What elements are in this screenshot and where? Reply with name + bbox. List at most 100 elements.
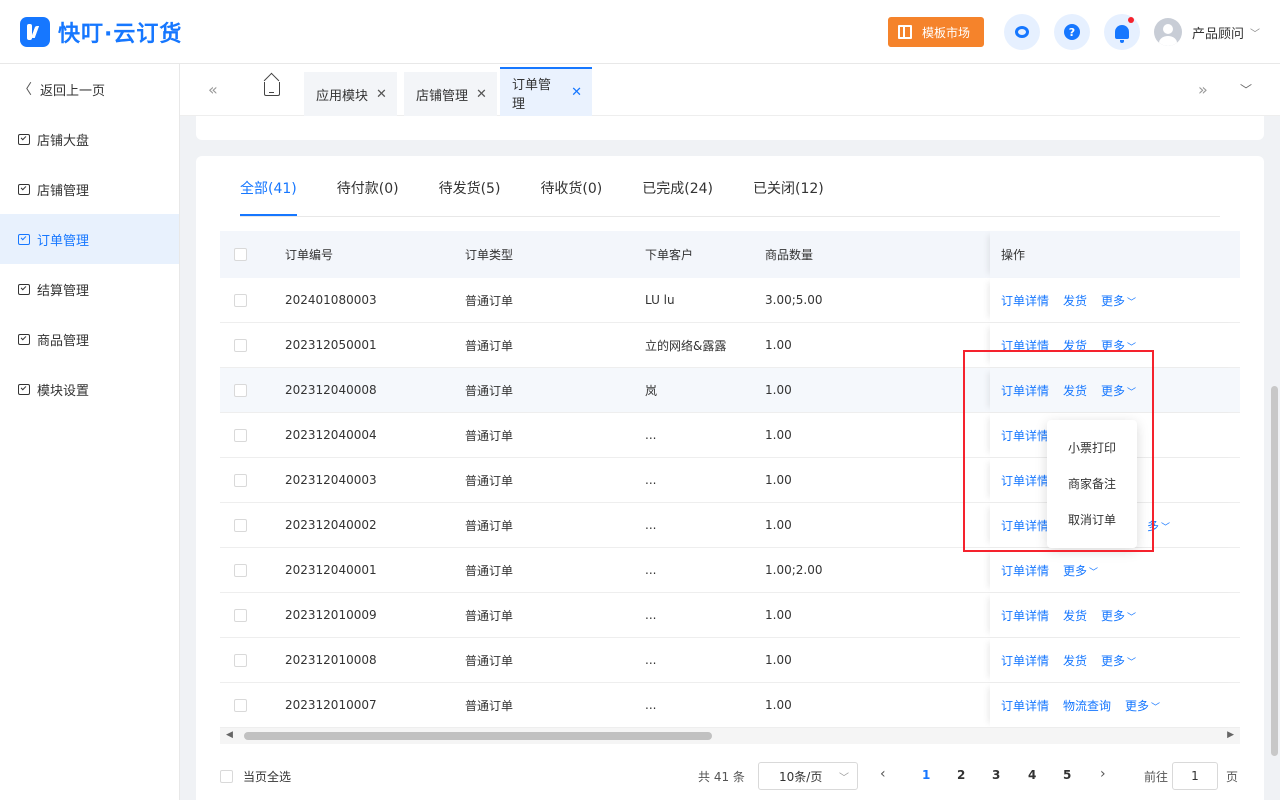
sidebar-item-store-dashboard[interactable]: 店铺大盘: [0, 114, 179, 164]
more-actions-button[interactable]: 更多 ﹀: [1063, 562, 1098, 579]
help-button[interactable]: ?: [1053, 14, 1090, 50]
order-detail-link[interactable]: 订单详情: [1001, 697, 1049, 714]
row-checkbox[interactable]: [234, 473, 247, 487]
table-row[interactable]: 202312010009 普通订单... 1.00 订单详情 发货 更多 ﹀: [220, 593, 1240, 638]
status-tab-all[interactable]: 全部(41): [240, 178, 297, 216]
tab-order-management[interactable]: 订单管理 ✕: [500, 67, 592, 116]
status-tab-pending-shipment[interactable]: 待发货(5): [439, 178, 501, 216]
scroll-tabs-right-icon[interactable]: »: [1198, 80, 1208, 99]
sidebar-item-module-settings[interactable]: 模块设置: [0, 364, 179, 414]
cell-quantity: 3.00;5.00: [765, 293, 823, 307]
row-checkbox[interactable]: [234, 653, 247, 667]
chevron-down-icon[interactable]: ﹀: [1240, 81, 1252, 98]
close-icon[interactable]: ✕: [476, 87, 487, 102]
sidebar-item-label: 模块设置: [37, 383, 90, 399]
template-market-button[interactable]: 模板市场: [887, 17, 984, 47]
menu-icon: [18, 233, 30, 245]
status-tab-pending-receipt[interactable]: 待收货(0): [540, 178, 602, 216]
ship-link[interactable]: 发货: [1063, 292, 1087, 309]
column-header-customer: 下单客户: [645, 248, 694, 262]
cell-quantity: 1.00: [765, 473, 792, 487]
cell-customer: LU lu: [645, 293, 675, 307]
vertical-scrollbar[interactable]: [1271, 386, 1278, 756]
logistics-link[interactable]: 物流查询: [1063, 697, 1111, 714]
status-tab-closed[interactable]: 已关闭(12): [753, 178, 824, 216]
scrollbar-thumb[interactable]: [244, 732, 712, 740]
cell-order-no: 202312040001: [285, 563, 377, 577]
close-icon[interactable]: ✕: [376, 87, 387, 102]
table-header: 订单编号 订单类型 下单客户 商品数量 操作: [220, 231, 1240, 278]
chevron-down-icon: ﹀: [1127, 612, 1137, 623]
status-tab-completed[interactable]: 已完成(24): [642, 178, 713, 216]
goto-suffix: 页: [1226, 770, 1239, 784]
more-actions-button[interactable]: 更多 ﹀: [1101, 652, 1136, 669]
cell-order-no: 202312010008: [285, 653, 377, 667]
tab-label: 店铺管理: [416, 88, 469, 104]
page-size-value: 10条/页: [779, 769, 823, 784]
order-detail-link[interactable]: 订单详情: [1001, 562, 1049, 579]
tab-app-modules[interactable]: 应用模块 ✕: [304, 72, 397, 116]
row-checkbox[interactable]: [234, 698, 247, 712]
page-3[interactable]: 3: [992, 768, 1000, 782]
sidebar-item-settlement-management[interactable]: 结算管理: [0, 264, 179, 314]
goto-page-input[interactable]: 1: [1172, 762, 1218, 790]
cell-order-type: 普通订单: [465, 653, 514, 668]
status-tab-pending-payment[interactable]: 待付款(0): [337, 178, 399, 216]
tab-label: 订单管理: [512, 77, 552, 112]
row-checkbox[interactable]: [234, 383, 247, 397]
more-actions-button[interactable]: 更多 ﹀: [1101, 607, 1136, 624]
table-row[interactable]: 202312010007 普通订单... 1.00 订单详情 物流查询 更多 ﹀: [220, 683, 1240, 728]
row-checkbox[interactable]: [234, 518, 247, 532]
ship-link[interactable]: 发货: [1063, 652, 1087, 669]
page-1[interactable]: 1: [922, 768, 930, 782]
row-checkbox[interactable]: [234, 428, 247, 442]
table-row[interactable]: 202312010008 普通订单... 1.00 订单详情 发货 更多 ﹀: [220, 638, 1240, 683]
order-detail-link[interactable]: 订单详情: [1001, 652, 1049, 669]
row-checkbox[interactable]: [234, 338, 247, 352]
notification-button[interactable]: [1103, 14, 1140, 50]
next-page-icon[interactable]: ›: [1100, 766, 1106, 782]
back-button[interactable]: 〈 返回上一页: [0, 64, 179, 114]
order-detail-link[interactable]: 订单详情: [1001, 607, 1049, 624]
cell-quantity: 1.00;2.00: [765, 563, 823, 577]
sidebar-item-product-management[interactable]: 商品管理: [0, 314, 179, 364]
cell-order-type: 普通订单: [465, 293, 514, 308]
sidebar-item-order-management[interactable]: 订单管理: [0, 214, 179, 264]
prev-page-icon[interactable]: ‹: [880, 766, 886, 782]
horizontal-scrollbar[interactable]: ◀ ▶: [220, 728, 1240, 744]
user-menu[interactable]: 产品顾问 ﹀: [1153, 18, 1260, 46]
page-5[interactable]: 5: [1063, 768, 1071, 782]
more-actions-button[interactable]: 更多 ﹀: [1101, 292, 1136, 309]
column-header-order-no: 订单编号: [285, 248, 334, 262]
close-icon[interactable]: ✕: [571, 85, 582, 100]
select-page-all[interactable]: 当页全选: [220, 768, 291, 785]
page-2[interactable]: 2: [957, 768, 965, 782]
more-actions-button[interactable]: 更多 ﹀: [1125, 697, 1160, 714]
page-size-select[interactable]: 10条/页 ﹀: [758, 762, 858, 790]
select-all-checkbox[interactable]: [234, 248, 247, 261]
tab-store-management[interactable]: 店铺管理 ✕: [404, 72, 497, 116]
cell-order-type: 普通订单: [465, 518, 514, 533]
app-title: 快叮·云订货: [58, 21, 183, 47]
order-detail-link[interactable]: 订单详情: [1001, 292, 1049, 309]
ship-link[interactable]: 发货: [1063, 607, 1087, 624]
cell-customer: ...: [645, 428, 657, 442]
row-checkbox[interactable]: [234, 563, 247, 577]
table-row[interactable]: 202401080003 普通订单 LU lu 3.00;5.00 订单详情 发货 更多 ﹀: [220, 278, 1240, 323]
bell-icon: [1114, 25, 1129, 43]
table-row[interactable]: 202312040001 普通订单... 1.00;2.00 订单详情 更多 ﹀: [220, 548, 1240, 593]
row-checkbox[interactable]: [234, 608, 247, 622]
app-logo[interactable]: 快叮·云订货: [20, 16, 182, 48]
select-page-checkbox[interactable]: [220, 770, 233, 783]
row-checkbox[interactable]: [234, 293, 247, 307]
customer-service-button[interactable]: [1003, 14, 1040, 50]
user-name: 产品顾问: [1191, 26, 1244, 42]
notification-dot: [1127, 17, 1134, 23]
home-icon[interactable]: [264, 82, 280, 96]
cell-order-no: 202312010009: [285, 608, 377, 622]
page-4[interactable]: 4: [1028, 768, 1036, 782]
scroll-right-icon[interactable]: ▶: [1227, 730, 1234, 740]
scroll-tabs-left-icon[interactable]: «: [208, 80, 218, 99]
sidebar-item-store-management[interactable]: 店铺管理: [0, 164, 179, 214]
scroll-left-icon[interactable]: ◀: [226, 730, 233, 740]
